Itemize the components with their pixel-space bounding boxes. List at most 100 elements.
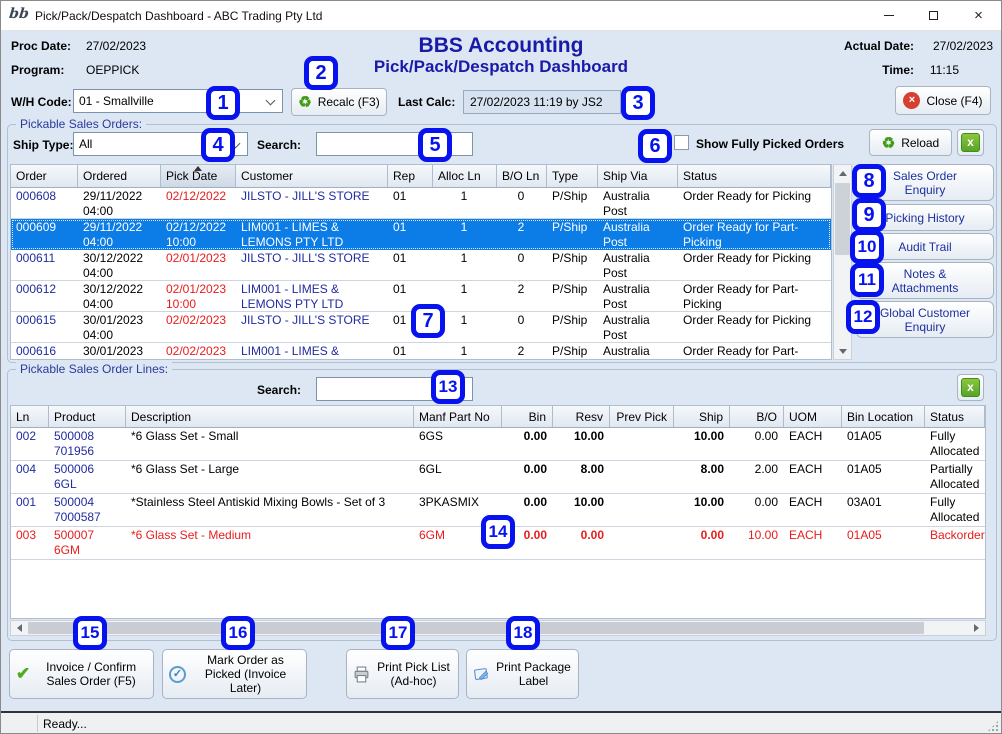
scroll-down-button[interactable]: [834, 343, 851, 359]
print-pick-list-button[interactable]: Print Pick List (Ad-hoc): [346, 649, 459, 699]
callout-badge-8: 8: [852, 164, 886, 198]
callout-badge-15: 15: [73, 616, 107, 650]
orders-scrollbar-thumb[interactable]: [835, 183, 850, 255]
cell-ship-via: Australia Post: [598, 281, 678, 311]
scroll-left-button[interactable]: [11, 620, 28, 636]
cell-prev-pick: [610, 494, 674, 526]
callout-badge-12: 12: [846, 300, 880, 334]
column-header-ln[interactable]: Ln: [11, 406, 49, 427]
cell-ordered: 30/12/2022 04:00: [78, 281, 161, 311]
callout-badge-7: 7: [411, 304, 445, 338]
resize-grip[interactable]: [988, 721, 998, 731]
lines-search-label: Search:: [257, 383, 301, 397]
reload-label: Reload: [901, 136, 939, 150]
cell-uom: EACH: [784, 428, 842, 460]
column-header-bin-location[interactable]: Bin Location: [842, 406, 925, 427]
line-row[interactable]: 002500008701956*6 Glass Set - Small6GS0.…: [11, 428, 985, 461]
order-row[interactable]: 00061130/12/2022 04:0002/01/2023JILSTO -…: [11, 250, 831, 281]
column-header-type[interactable]: Type: [547, 165, 598, 187]
wh-code-select[interactable]: 01 - Smallville: [73, 89, 283, 113]
wh-code-value: 01 - Smallville: [79, 94, 154, 108]
cell-resv: 10.00: [553, 428, 610, 460]
column-header-alloc-ln[interactable]: Alloc Ln: [433, 165, 497, 187]
time-label: Time:: [882, 63, 914, 77]
lines-scrollbar[interactable]: [10, 620, 986, 636]
ship-type-value: All: [79, 137, 92, 151]
cell-pick-date: 02/01/2023 10:00: [161, 281, 236, 311]
order-row[interactable]: 00060829/11/2022 04:0002/12/2022JILSTO -…: [11, 188, 831, 219]
column-header-ship-via[interactable]: Ship Via: [598, 165, 678, 187]
column-header-status[interactable]: Status: [678, 165, 831, 187]
column-header-prev-pick[interactable]: Prev Pick: [610, 406, 674, 427]
reload-button[interactable]: ♻ Reload: [869, 129, 952, 156]
scroll-right-button[interactable]: [968, 620, 985, 636]
minimize-button[interactable]: [866, 1, 911, 31]
column-header-resv[interactable]: Resv: [553, 406, 610, 427]
cell-bo: 2.00: [730, 461, 784, 493]
cell-bin: 0.00: [502, 461, 553, 493]
column-header-order[interactable]: Order: [11, 165, 78, 187]
cell-ship-via: Australia Post: [598, 312, 678, 342]
cell-ln: 002: [11, 428, 49, 460]
close-circle-icon: ×: [903, 92, 920, 109]
cell-manf-part-no: 6GL: [414, 461, 502, 493]
callout-badge-13: 13: [431, 370, 465, 404]
lines-grid-header: LnProductDescriptionManf Part NoBinResvP…: [11, 406, 985, 428]
cell-bin-location: 01A05: [842, 527, 925, 559]
order-row[interactable]: 00061630/01/2023 04:0002/02/2023LIM001 -…: [11, 343, 831, 360]
cell-bo-ln: 0: [497, 188, 547, 218]
maximize-button[interactable]: [911, 1, 956, 31]
cell-status: Fully Allocated: [925, 494, 985, 526]
close-window-button[interactable]: ×: [956, 1, 1001, 31]
cell-type: P/Ship: [547, 343, 598, 360]
cell-status: Order Ready for Picking: [678, 250, 831, 280]
cell-customer: JILSTO - JILL'S STORE: [236, 312, 388, 342]
column-header-rep[interactable]: Rep: [388, 165, 433, 187]
close-label: Close (F4): [926, 94, 982, 108]
recycle-icon: ♻: [298, 93, 311, 111]
action-label: Invoice / Confirm Sales Order (F5): [35, 660, 147, 688]
cell-manf-part-no: 6GS: [414, 428, 502, 460]
column-header-bin[interactable]: Bin: [502, 406, 553, 427]
lines-scrollbar-thumb[interactable]: [28, 622, 924, 634]
order-row[interactable]: 00060929/11/2022 04:0002/12/2022 10:00LI…: [11, 219, 831, 250]
cell-bo: 0.00: [730, 494, 784, 526]
recalc-button[interactable]: ♻ Recalc (F3): [291, 88, 387, 116]
action-label: Print Package Label: [495, 660, 572, 688]
column-header-description[interactable]: Description: [126, 406, 414, 427]
column-header-ordered[interactable]: Ordered: [78, 165, 161, 187]
invoice-confirm-button[interactable]: ✔ Invoice / Confirm Sales Order (F5): [9, 649, 154, 699]
column-header-b-o[interactable]: B/O: [730, 406, 784, 427]
cell-bo: 10.00: [730, 527, 784, 559]
callout-badge-2: 2: [304, 56, 338, 90]
cell-rep: 01: [388, 219, 433, 249]
column-header-product[interactable]: Product: [49, 406, 126, 427]
orders-excel-export-button[interactable]: x: [957, 129, 984, 156]
lines-excel-export-button[interactable]: x: [957, 374, 984, 401]
column-header-uom[interactable]: UOM: [784, 406, 842, 427]
mark-picked-button[interactable]: ✓ Mark Order as Picked (Invoice Later): [162, 649, 307, 699]
cell-type: P/Ship: [547, 250, 598, 280]
column-header-pick-date[interactable]: Pick Date: [161, 165, 236, 187]
close-button[interactable]: × Close (F4): [895, 86, 991, 115]
callout-badge-6: 6: [638, 129, 672, 163]
callout-badge-3: 3: [621, 86, 655, 120]
cell-type: P/Ship: [547, 281, 598, 311]
status-bar: Ready...: [1, 711, 1001, 734]
line-row[interactable]: 0045000066GL*6 Glass Set - Large6GL0.008…: [11, 461, 985, 494]
action-label: Mark Order as Picked (Invoice Later): [191, 653, 300, 695]
cell-bin-location: 01A05: [842, 461, 925, 493]
column-header-customer[interactable]: Customer: [236, 165, 388, 187]
column-header-status[interactable]: Status: [925, 406, 985, 427]
column-header-manf-part-no[interactable]: Manf Part No: [414, 406, 502, 427]
ship-type-label: Ship Type:: [13, 138, 73, 152]
show-fully-picked-checkbox[interactable]: [674, 135, 689, 150]
print-package-label-button[interactable]: Print Package Label: [466, 649, 579, 699]
cell-customer: LIM001 - LIMES & LEMONS PTY LTD: [236, 343, 388, 360]
arrow-down-icon: [839, 349, 847, 354]
column-header-ship[interactable]: Ship: [674, 406, 730, 427]
orders-search-label: Search:: [257, 138, 301, 152]
scroll-up-button[interactable]: [834, 165, 851, 181]
column-header-b-o-ln[interactable]: B/O Ln: [497, 165, 547, 187]
cell-alloc-ln: 1: [433, 219, 497, 249]
